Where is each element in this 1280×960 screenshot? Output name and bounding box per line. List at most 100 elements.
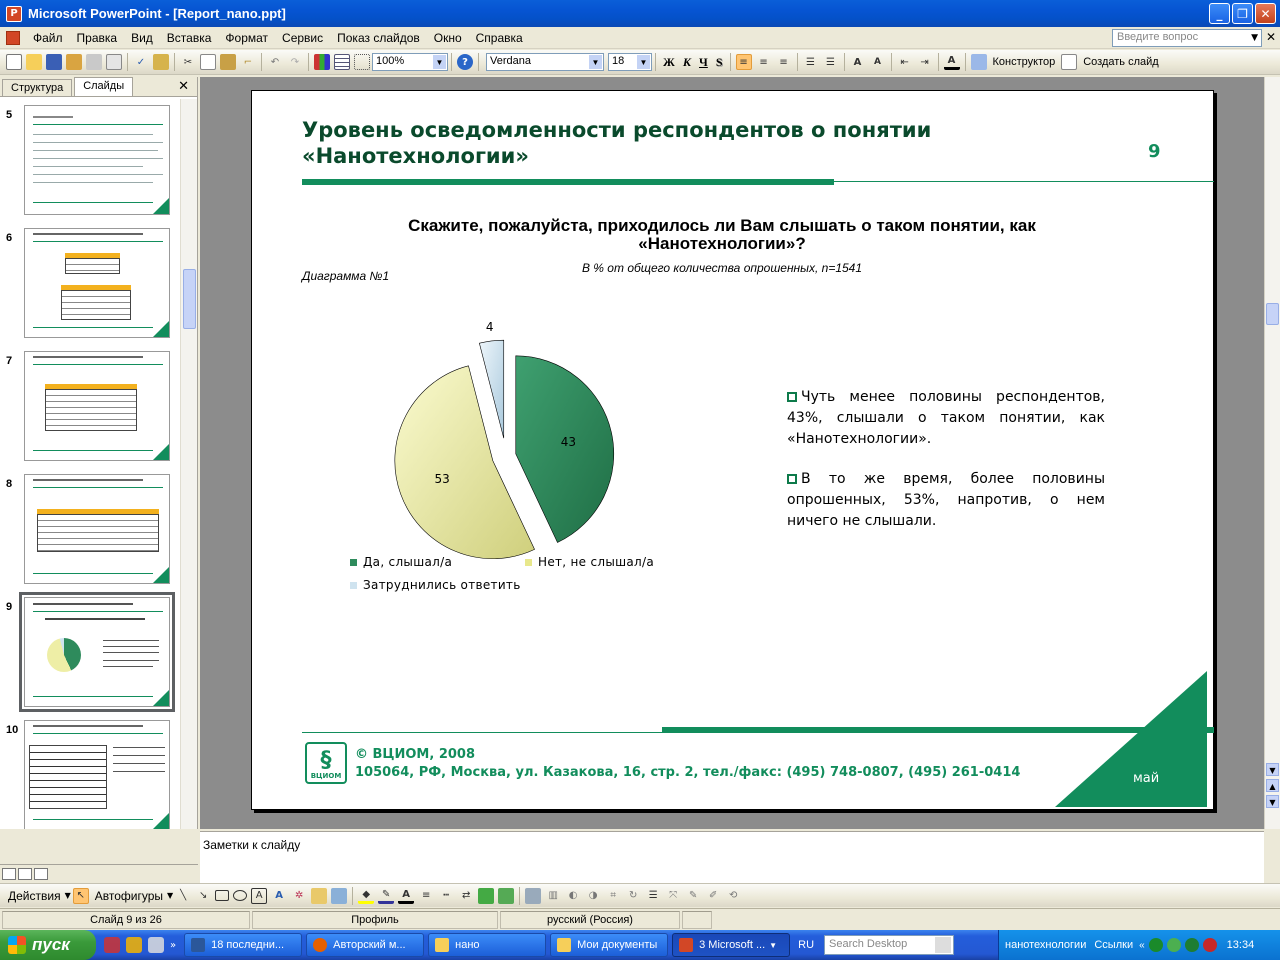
chevron-down-icon[interactable]: ▼ — [433, 55, 446, 69]
menu-insert[interactable]: Вставка — [160, 31, 219, 45]
rectangle-icon[interactable] — [215, 890, 230, 901]
menu-slideshow[interactable]: Показ слайдов — [330, 31, 427, 45]
arrow-icon[interactable]: ↘ — [195, 888, 211, 904]
search-icon[interactable] — [935, 937, 952, 953]
chevron-down-icon[interactable]: ▼ — [65, 891, 71, 900]
close-doc-icon[interactable]: ✕ — [1266, 30, 1276, 44]
font-name-select[interactable]: Verdana ▼ — [486, 53, 604, 71]
line-style-icon[interactable]: ≡ — [418, 888, 434, 904]
quicklaunch-expand-icon[interactable]: » — [170, 940, 176, 951]
slide-sorter-icon[interactable] — [18, 867, 32, 880]
summary-text[interactable]: Чуть менее половины респондентов, 43%, с… — [787, 387, 1105, 551]
scroll-down-icon[interactable]: ▼ — [1266, 763, 1279, 776]
tray-skype-icon[interactable] — [1184, 938, 1199, 952]
tray-security-icon[interactable] — [1202, 938, 1217, 952]
chevron-down-icon[interactable]: ▼ — [637, 55, 650, 69]
clipart-icon[interactable] — [311, 887, 328, 904]
designer-icon[interactable] — [970, 54, 987, 70]
italic-button[interactable]: К — [683, 55, 691, 70]
format-painter-icon[interactable]: ⌐ — [240, 54, 256, 70]
desktop-search-input[interactable]: Search Desktop — [824, 935, 955, 955]
document-icon[interactable] — [6, 30, 20, 45]
menu-edit[interactable]: Правка — [70, 31, 125, 45]
print-icon[interactable] — [86, 54, 102, 70]
line-icon[interactable]: ╲ — [175, 888, 191, 904]
paste-icon[interactable] — [220, 54, 236, 70]
powerpoint-app-icon[interactable]: P — [6, 5, 22, 22]
scrollbar-thumb[interactable] — [183, 269, 196, 329]
insert-picture-icon[interactable] — [525, 887, 542, 904]
taskbar-item-powerpoint[interactable]: 3 Microsoft ... ▼ — [672, 933, 791, 957]
slide-thumbnail[interactable] — [24, 720, 170, 829]
close-pane-icon[interactable]: ✕ — [178, 79, 189, 94]
menu-window[interactable]: Окно — [427, 31, 469, 45]
taskbar-item-folder-nano[interactable]: нано — [428, 933, 547, 957]
align-center-icon[interactable]: ≡ — [756, 54, 772, 70]
permission-icon[interactable] — [66, 54, 82, 70]
textbox-icon[interactable]: A — [251, 887, 268, 904]
wordart-icon[interactable]: A — [271, 888, 287, 904]
crop-icon[interactable]: ⌗ — [605, 888, 621, 904]
close-button[interactable]: ✕ — [1255, 3, 1276, 24]
rotate-icon[interactable]: ↻ — [625, 888, 641, 904]
cut-icon[interactable]: ✂ — [180, 54, 196, 70]
recolor-icon[interactable]: ✎ — [685, 888, 701, 904]
actions-menu[interactable]: Действия — [8, 889, 61, 903]
help-search-input[interactable]: Введите вопрос — [1112, 29, 1262, 47]
autoshapes-menu[interactable]: Автофигуры — [95, 889, 163, 903]
start-button[interactable]: пуск — [0, 930, 96, 960]
redo-icon[interactable]: ↷ — [287, 54, 303, 70]
font-size-select[interactable]: 18 ▼ — [608, 53, 652, 71]
increase-font-icon[interactable]: A — [850, 54, 866, 70]
help-icon[interactable]: ? — [457, 54, 473, 70]
pie-slice-no[interactable] — [394, 365, 535, 560]
decrease-font-icon[interactable]: A — [870, 54, 886, 70]
copy-icon[interactable] — [200, 54, 216, 70]
menu-file[interactable]: Файл — [26, 31, 70, 45]
menu-format[interactable]: Формат — [218, 31, 275, 45]
align-left-icon[interactable]: ≡ — [735, 54, 752, 70]
undo-icon[interactable]: ↶ — [267, 54, 283, 70]
oval-icon[interactable] — [233, 890, 248, 901]
new-document-icon[interactable] — [6, 54, 22, 70]
clock[interactable]: 13:34 — [1227, 939, 1255, 951]
chevron-down-icon[interactable]: ▼ — [589, 55, 602, 69]
color-icon[interactable]: ◐ — [565, 888, 581, 904]
pie-slice-yes[interactable] — [515, 355, 615, 543]
save-icon[interactable] — [46, 54, 62, 70]
designer-button[interactable]: Конструктор — [993, 56, 1056, 68]
slide-thumbnail[interactable] — [24, 228, 170, 338]
line-color-icon[interactable]: ✎ — [378, 888, 395, 904]
insert-chart-icon[interactable] — [314, 54, 330, 70]
dash-style-icon[interactable]: ┅ — [438, 888, 454, 904]
new-slide-button[interactable]: Создать слайд — [1083, 56, 1158, 68]
taskbar-item-firefox[interactable]: Авторский м... — [306, 933, 425, 957]
previous-slide-icon[interactable]: ▲ — [1266, 779, 1279, 792]
tray-link-links[interactable]: Ссылки — [1094, 939, 1133, 951]
quicklaunch-media-icon[interactable] — [148, 937, 164, 953]
3d-style-icon[interactable] — [498, 887, 515, 904]
bulleted-list-icon[interactable]: ☰ — [823, 54, 839, 70]
slideshow-icon[interactable] — [34, 867, 48, 880]
open-folder-icon[interactable] — [26, 54, 42, 70]
tab-slides[interactable]: Слайды — [74, 77, 134, 96]
language-indicator[interactable]: RU — [798, 939, 814, 951]
normal-view-icon[interactable] — [2, 867, 16, 880]
taskbar-item-my-documents[interactable]: Мои документы — [550, 933, 669, 957]
tray-network-icon[interactable] — [1166, 938, 1181, 952]
shadow-button[interactable]: S — [716, 55, 723, 70]
notes-pane[interactable]: Заметки к слайду — [200, 831, 1264, 883]
more-tools-icon[interactable]: ▥ — [545, 888, 561, 904]
chevron-down-icon[interactable]: ▼ — [167, 891, 173, 900]
transparent-color-icon[interactable]: ✐ — [705, 888, 721, 904]
tray-link-nano[interactable]: нанотехнологии — [1005, 939, 1086, 951]
insert-table-icon[interactable] — [334, 54, 350, 70]
decrease-indent-icon[interactable]: ⇤ — [897, 54, 913, 70]
restore-button[interactable]: ❐ — [1232, 3, 1253, 24]
print-preview-icon[interactable] — [106, 54, 122, 70]
reset-picture-icon[interactable]: ⟲ — [725, 888, 741, 904]
font-color-icon[interactable]: A — [398, 888, 415, 904]
shadow-style-icon[interactable] — [478, 887, 495, 904]
contrast-icon[interactable]: ◑ — [585, 888, 601, 904]
fill-color-icon[interactable]: ◆ — [358, 888, 375, 904]
